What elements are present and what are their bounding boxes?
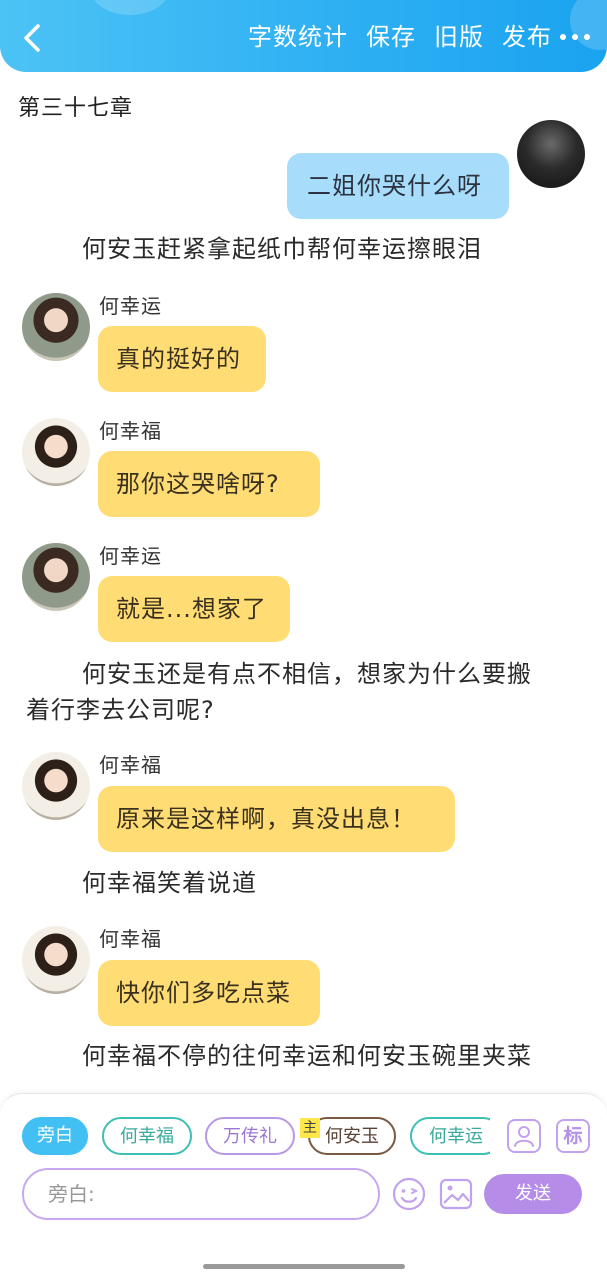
message-bubble[interactable]: 快你们多吃点菜 [98,960,320,1026]
chapter-title[interactable]: 第三十七章 [18,90,133,122]
more-dot-icon [584,34,590,40]
chip-he-xingyun[interactable]: 何幸运 [410,1117,490,1155]
image-icon [439,1178,473,1210]
top-toolbar: 字数统计 保存 旧版 发布 [0,0,607,72]
publish-button[interactable]: 发布 [502,20,552,54]
message-bubble[interactable]: 真的挺好的 [98,326,266,392]
chip-he-anyu[interactable]: 何安玉 [308,1117,396,1155]
character-selector: 旁白 何幸福 万传礼 何安玉 何幸运 [22,1117,490,1157]
avatar-he-xingfu[interactable] [22,926,90,994]
tag-button[interactable]: 标 [556,1119,590,1153]
avatar-he-xingfu[interactable] [22,418,90,486]
avatar-he-xingyun[interactable] [22,543,90,611]
save-button[interactable]: 保存 [366,20,416,54]
message-bubble-right[interactable]: 二姐你哭什么呀 [287,153,509,219]
old-version-button[interactable]: 旧版 [434,20,484,54]
header-decoration [90,0,170,15]
chip-narration[interactable]: 旁白 [22,1117,88,1155]
avatar-self[interactable] [517,120,585,188]
sender-name: 何幸福 [99,927,162,951]
emoji-button[interactable] [391,1176,427,1212]
more-dot-icon [572,34,578,40]
message-bubble[interactable]: 那你这哭啥呀? [98,451,320,517]
message-bubble[interactable]: 就是...想家了 [98,576,290,642]
narration-text[interactable]: 着行李去公司呢? [26,692,215,728]
add-character-button[interactable] [507,1119,541,1153]
narration-text[interactable]: 何幸福笑着说道 [82,865,257,901]
narration-text[interactable]: 何安玉还是有点不相信，想家为什么要搬 [82,656,532,692]
sender-name: 何幸福 [99,753,162,777]
sender-name: 何幸运 [99,294,162,318]
narration-text[interactable]: 何幸福不停的往何幸运和何安玉碗里夹菜 [82,1038,532,1074]
send-button[interactable]: 发送 [484,1174,582,1214]
message-bubble[interactable]: 原来是这样啊，真没出息！ [98,786,455,852]
back-button[interactable] [18,20,48,56]
more-menu-button[interactable] [555,22,595,52]
chip-he-xingfu[interactable]: 何幸福 [102,1117,192,1155]
header-actions: 字数统计 保存 旧版 发布 [248,20,552,54]
chevron-left-icon [24,24,40,52]
word-count-button[interactable]: 字数统计 [248,20,348,54]
chip-wan-chuanli[interactable]: 万传礼 [205,1117,295,1155]
avatar-he-xingyun[interactable] [22,293,90,361]
more-dot-icon [560,34,566,40]
image-button[interactable] [438,1176,474,1212]
smiley-icon [392,1177,426,1211]
main-character-badge: 主 [300,1118,320,1138]
sender-name: 何幸运 [99,544,162,568]
message-input[interactable]: 旁白: [22,1168,380,1220]
avatar-he-xingfu[interactable] [22,752,90,820]
home-indicator[interactable] [203,1264,405,1269]
sender-name: 何幸福 [99,419,162,443]
narration-text[interactable]: 何安玉赶紧拿起纸巾帮何幸运擦眼泪 [82,231,482,267]
person-icon [514,1126,534,1147]
